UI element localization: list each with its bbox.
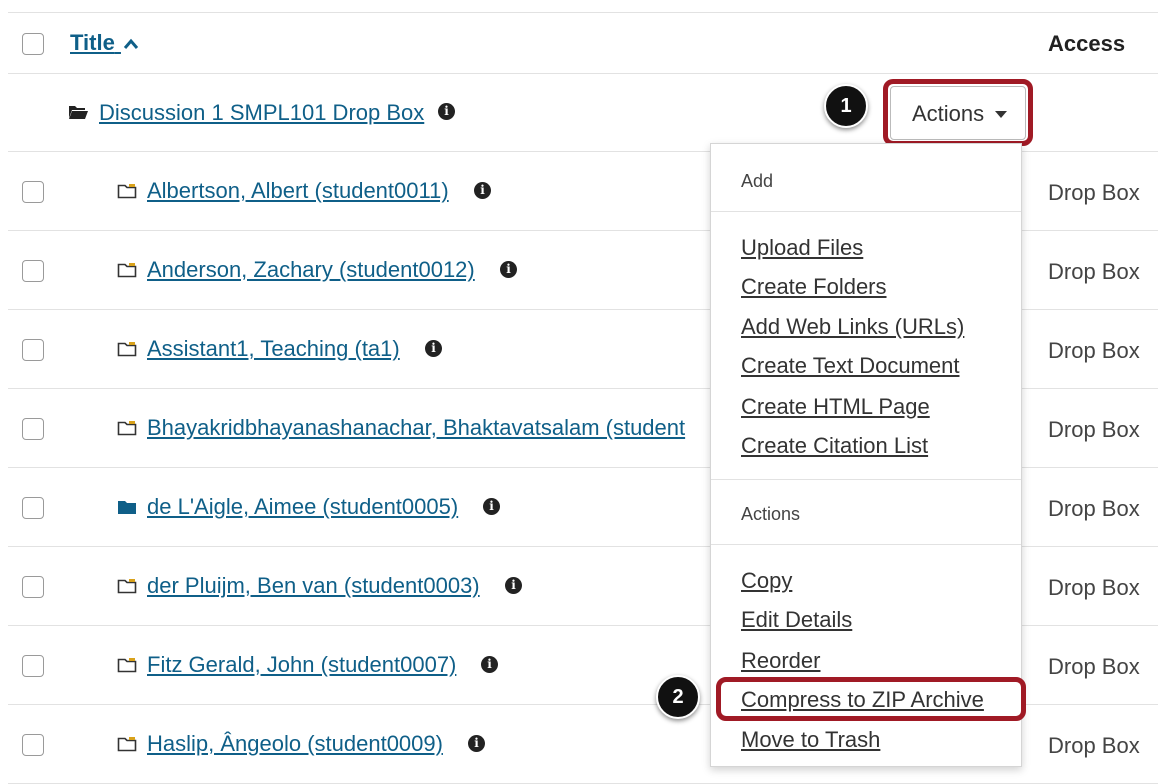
row-checkbox[interactable] bbox=[22, 655, 44, 677]
parent-folder-link[interactable]: Discussion 1 SMPL101 Drop Box bbox=[99, 100, 424, 126]
menu-header-actions: Actions bbox=[741, 504, 801, 524]
row-title-link[interactable]: der Pluijm, Ben van (student0003) bbox=[147, 573, 480, 599]
row-checkbox[interactable] bbox=[22, 418, 44, 440]
row-checkbox[interactable] bbox=[22, 339, 44, 361]
callout-1: 1 bbox=[824, 84, 868, 128]
actions-highlight bbox=[883, 79, 1033, 146]
table-header: Title Access bbox=[8, 12, 1158, 74]
info-icon[interactable]: i bbox=[425, 340, 442, 357]
access-cell: Drop Box bbox=[1048, 338, 1140, 363]
menu-item-create-text-document[interactable]: Create Text Document bbox=[741, 353, 959, 379]
row-title-link[interactable]: Assistant1, Teaching (ta1) bbox=[147, 336, 400, 362]
access-column-header: Access bbox=[1048, 31, 1126, 56]
folder-filled-icon bbox=[118, 501, 136, 514]
folder-open-icon bbox=[69, 106, 88, 119]
menu-item-create-html-page[interactable]: Create HTML Page bbox=[741, 394, 930, 420]
row-title-link[interactable]: Albertson, Albert (student0011) bbox=[147, 178, 449, 204]
row-title-link[interactable]: Fitz Gerald, John (student0007) bbox=[147, 652, 456, 678]
access-cell: Drop Box bbox=[1048, 733, 1140, 758]
row-checkbox[interactable] bbox=[22, 260, 44, 282]
menu-divider bbox=[711, 544, 1021, 545]
row-title-link[interactable]: Haslip, Ângeolo (student0009) bbox=[147, 731, 443, 757]
info-icon[interactable]: i bbox=[468, 735, 485, 752]
menu-item-create-folders[interactable]: Create Folders bbox=[741, 274, 887, 300]
access-cell: Drop Box bbox=[1048, 575, 1140, 600]
info-icon[interactable]: i bbox=[500, 261, 517, 278]
compress-highlight bbox=[716, 677, 1026, 721]
row-checkbox[interactable] bbox=[22, 576, 44, 598]
row-title-link[interactable]: de L'Aigle, Aimee (student0005) bbox=[147, 494, 458, 520]
folder-outline-icon bbox=[117, 658, 137, 673]
menu-item-copy[interactable]: Copy bbox=[741, 568, 792, 594]
row-checkbox[interactable] bbox=[22, 181, 44, 203]
menu-header-add: Add bbox=[741, 171, 774, 191]
access-cell: Drop Box bbox=[1048, 180, 1140, 205]
row-title-link[interactable]: Anderson, Zachary (student0012) bbox=[147, 257, 475, 283]
row-checkbox[interactable] bbox=[22, 734, 44, 756]
folder-outline-icon bbox=[117, 579, 137, 594]
menu-item-add-web-links[interactable]: Add Web Links (URLs) bbox=[741, 314, 964, 340]
folder-outline-icon bbox=[117, 421, 137, 436]
row-title-link[interactable]: Bhayakridbhayanashanachar, Bhaktavatsala… bbox=[147, 415, 685, 441]
info-icon[interactable]: i bbox=[474, 182, 491, 199]
folder-outline-icon bbox=[117, 263, 137, 278]
title-sort-link[interactable]: Title bbox=[70, 30, 139, 56]
info-icon[interactable]: i bbox=[481, 656, 498, 673]
access-cell: Drop Box bbox=[1048, 259, 1140, 284]
menu-item-create-citation-list[interactable]: Create Citation List bbox=[741, 433, 928, 459]
select-all-checkbox[interactable] bbox=[22, 33, 44, 55]
info-icon[interactable]: i bbox=[483, 498, 500, 515]
menu-item-upload-files[interactable]: Upload Files bbox=[741, 235, 863, 261]
menu-divider bbox=[711, 479, 1021, 480]
access-cell: Drop Box bbox=[1048, 496, 1140, 521]
access-cell: Drop Box bbox=[1048, 654, 1140, 679]
folder-outline-icon bbox=[117, 737, 137, 752]
menu-item-edit-details[interactable]: Edit Details bbox=[741, 607, 852, 633]
title-label: Title bbox=[70, 30, 115, 55]
actions-dropdown-menu: Add Upload Files Create Folders Add Web … bbox=[710, 143, 1022, 767]
info-icon[interactable]: i bbox=[505, 577, 522, 594]
menu-divider bbox=[711, 211, 1021, 212]
callout-2: 2 bbox=[656, 675, 700, 719]
row-checkbox[interactable] bbox=[22, 497, 44, 519]
folder-outline-icon bbox=[117, 184, 137, 199]
menu-item-reorder[interactable]: Reorder bbox=[741, 648, 820, 674]
chevron-up-icon bbox=[123, 38, 139, 50]
access-cell: Drop Box bbox=[1048, 417, 1140, 442]
folder-outline-icon bbox=[117, 342, 137, 357]
menu-item-move-to-trash[interactable]: Move to Trash bbox=[741, 727, 880, 753]
info-icon[interactable]: i bbox=[438, 103, 455, 120]
